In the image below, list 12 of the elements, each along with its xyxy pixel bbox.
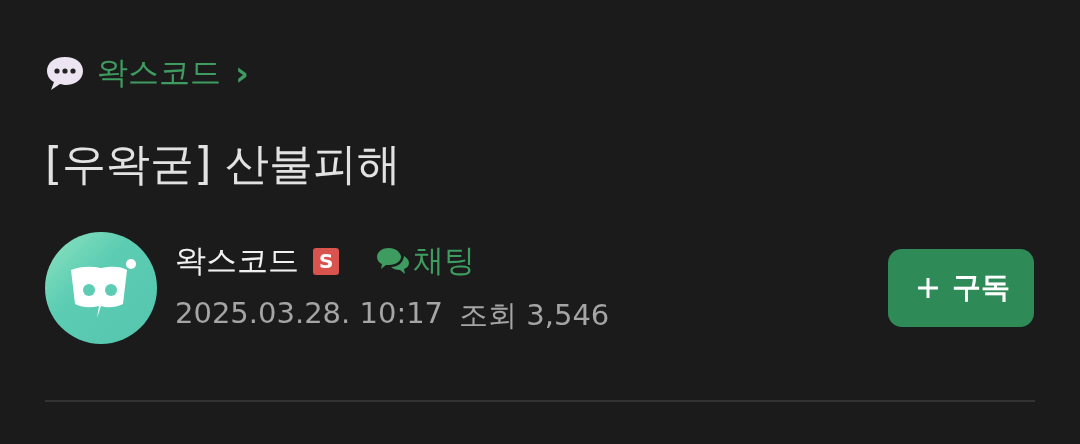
post-date: 2025.03.28. 10:17 — [175, 296, 444, 332]
subscribe-button[interactable]: 구독 — [888, 249, 1034, 327]
chat-link[interactable]: 채팅 — [375, 240, 476, 282]
cafe-link[interactable]: 왁스코드 — [97, 52, 221, 94]
chat-bubbles-icon — [375, 246, 412, 276]
author-name[interactable]: 왁스코드 — [175, 240, 299, 282]
avatar-icon — [45, 232, 157, 344]
chevron-icon: › — [235, 53, 249, 93]
post-title: [우왁굳] 산불피해 — [45, 137, 403, 191]
view-count: 조회 3,546 — [459, 297, 610, 334]
plus-icon — [916, 276, 940, 300]
staff-badge: S — [313, 247, 340, 275]
